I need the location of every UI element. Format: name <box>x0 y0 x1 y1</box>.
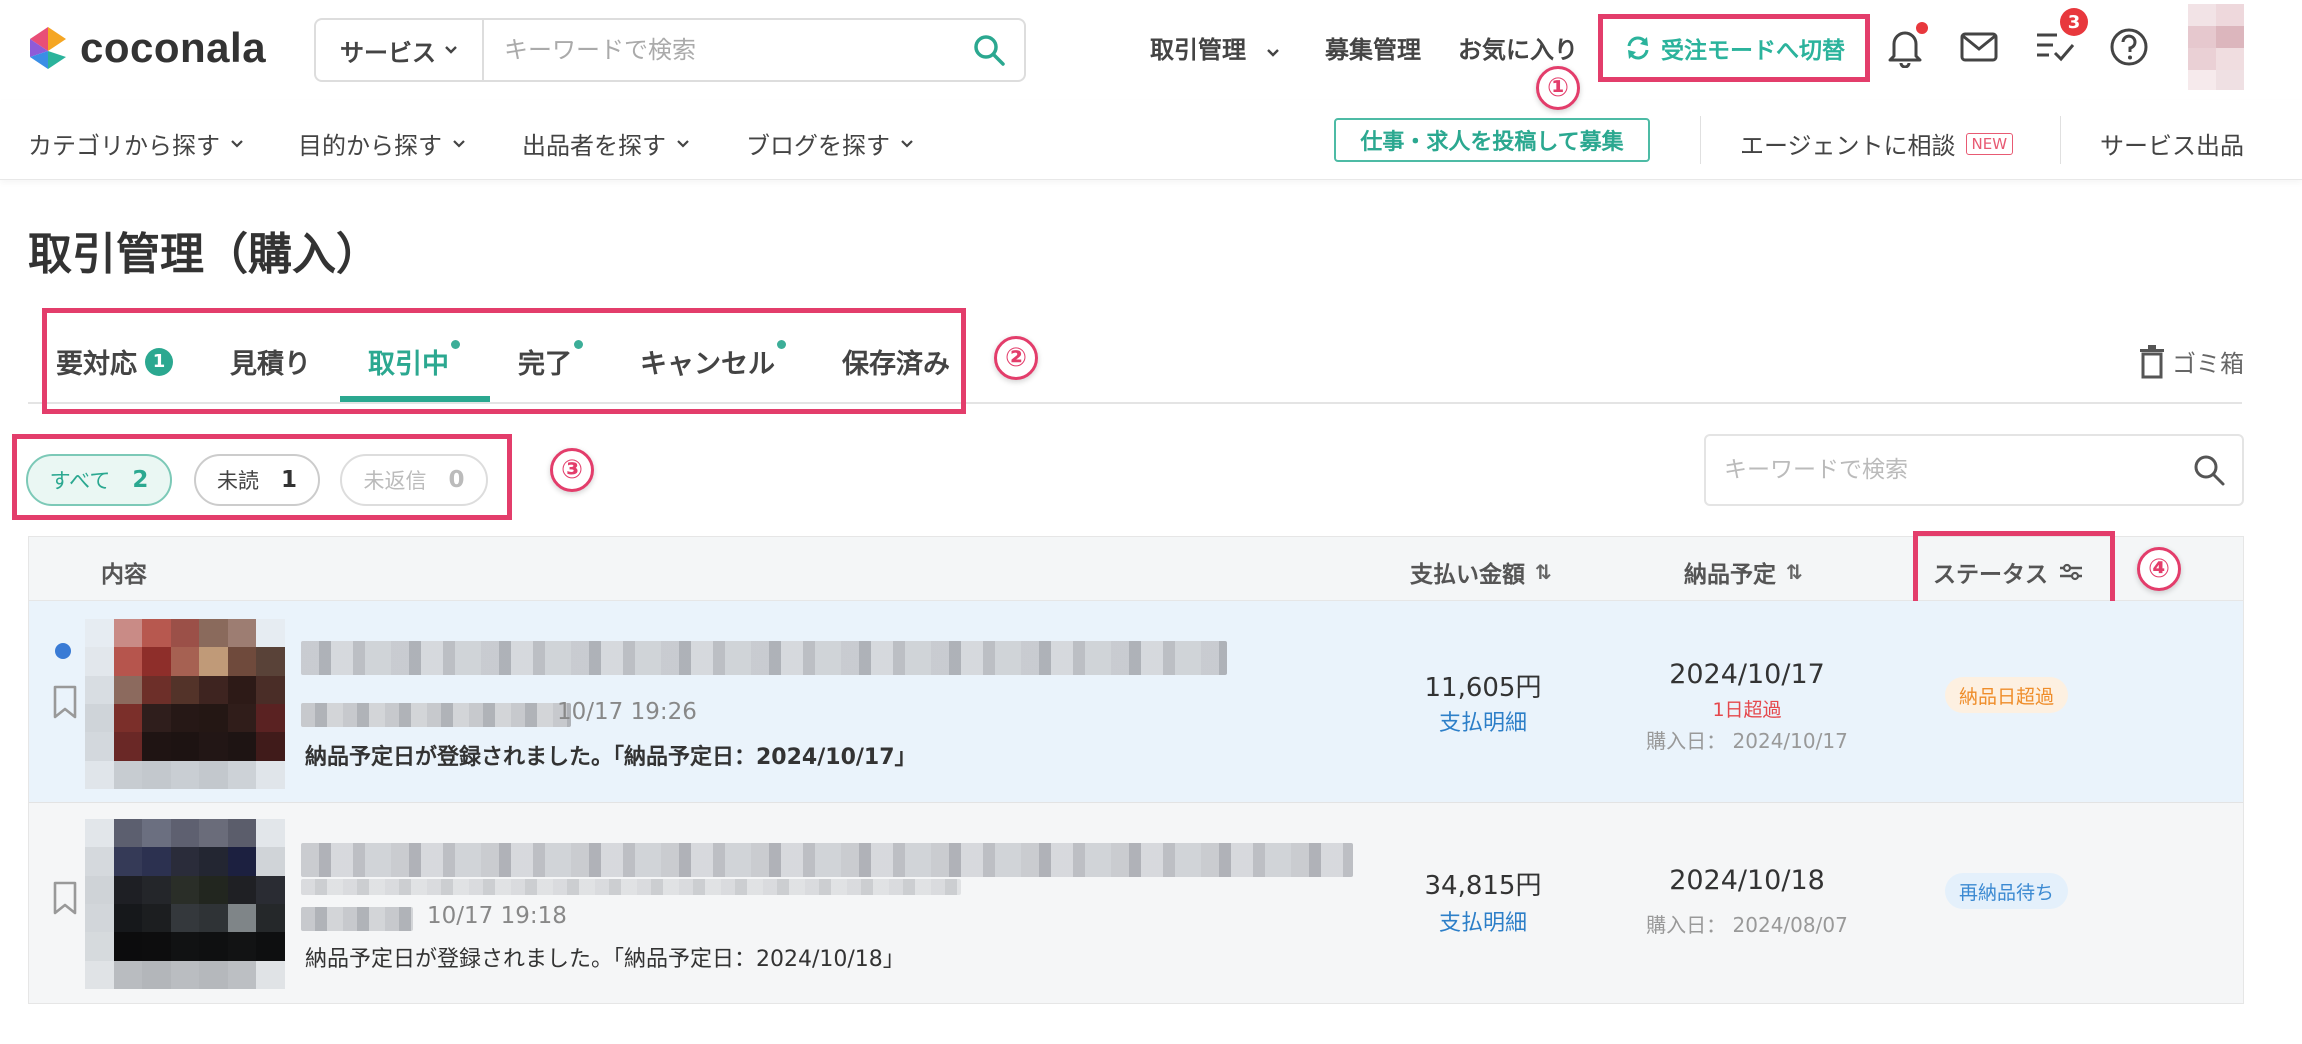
agent-consult-label: エージェントに相談 <box>1740 132 1956 160</box>
global-search: サービス <box>314 18 1026 82</box>
trash-icon <box>2140 344 2164 378</box>
trash-label: ゴミ箱 <box>2172 350 2244 378</box>
user-avatar[interactable] <box>2188 4 2244 90</box>
sub-navigation: カテゴリから探す 目的から探す 出品者を探す ブログを探す 仕事・求人を投稿して… <box>0 100 2302 180</box>
annotation-highlight-tabs <box>42 308 966 414</box>
search-icon <box>974 35 1005 66</box>
agent-consult-link[interactable]: エージェントに相談 NEW <box>1740 126 2014 161</box>
payment-amount: 11,605円 <box>1424 673 1542 703</box>
subnav-purpose[interactable]: 目的から探す <box>298 126 466 161</box>
latest-message: 納品予定日が登録されました。「納品予定日：2024/10/18」 <box>305 947 905 972</box>
logo-text: coconala <box>80 24 267 71</box>
trash-link[interactable]: ゴミ箱 <box>2138 344 2244 379</box>
chevron-down-icon <box>677 139 689 148</box>
chevron-down-icon <box>231 139 243 148</box>
help-icon <box>2110 28 2148 66</box>
subnav-category-label: カテゴリから探す <box>28 132 220 160</box>
chevron-down-icon <box>1267 49 1280 57</box>
seller-name-blurred <box>301 703 571 727</box>
message-timestamp: 10/17 19:18 <box>427 903 567 929</box>
annotation-4: ④ <box>2137 547 2181 591</box>
nav-transactions-label: 取引管理 <box>1150 36 1246 64</box>
status-badge: 再納品待ち <box>1945 873 2069 909</box>
bookmark-icon[interactable] <box>51 685 79 719</box>
messages-button[interactable] <box>1956 24 2002 70</box>
due-date: 2024/10/18 <box>1669 865 1825 896</box>
notification-dot <box>1916 22 1928 34</box>
sell-service-link[interactable]: サービス出品 <box>2100 126 2244 161</box>
chevron-down-icon <box>445 46 457 54</box>
todo-count-badge: 3 <box>2060 8 2088 36</box>
column-header-due-label: 納品予定 <box>1684 562 1776 588</box>
subnav-blog[interactable]: ブログを探す <box>746 126 914 161</box>
nav-favorites[interactable]: お気に入り <box>1458 30 1578 65</box>
coconala-logo[interactable]: coconala <box>26 24 266 72</box>
latest-message: 納品予定日が登録されました。「納品予定日：2024/10/17」 <box>305 745 917 770</box>
transaction-search <box>1704 434 2244 506</box>
search-category-select[interactable]: サービス <box>316 20 484 80</box>
nav-transactions[interactable]: 取引管理 <box>1150 30 1280 65</box>
post-job-button[interactable]: 仕事・求人を投稿して募集 <box>1334 118 1650 162</box>
column-header-amount-label: 支払い金額 <box>1410 562 1525 588</box>
subnav-sellers[interactable]: 出品者を探す <box>522 126 690 161</box>
message-timestamp: 10/17 19:26 <box>557 699 697 725</box>
top-header: coconala サービス 取引管理 募集管理 お気に入り 受注モードへ切替 ①… <box>0 0 2302 110</box>
column-header-due[interactable]: 納品予定 ⇅ <box>1684 555 1803 589</box>
todo-button[interactable]: 3 <box>2032 8 2088 70</box>
transaction-search-button[interactable] <box>2176 453 2242 487</box>
mail-icon <box>1960 32 1998 62</box>
divider <box>2060 116 2061 164</box>
status-badge: 納品日超過 <box>1945 677 2069 713</box>
subnav-category[interactable]: カテゴリから探す <box>28 126 244 161</box>
divider <box>1700 116 1701 164</box>
annotation-3: ③ <box>550 448 594 492</box>
payment-details-link[interactable]: 支払明細 <box>1383 905 1583 937</box>
nav-recruitment[interactable]: 募集管理 <box>1325 30 1421 65</box>
sort-icon: ⇅ <box>1535 560 1552 584</box>
sync-icon <box>1627 36 1649 60</box>
switch-to-seller-mode-button[interactable]: 受注モードへ切替 <box>1598 14 1870 82</box>
help-button[interactable] <box>2106 24 2152 70</box>
column-header-amount[interactable]: 支払い金額 ⇅ <box>1410 555 1552 589</box>
logo-mark-icon <box>30 27 66 69</box>
annotation-highlight-filters <box>12 434 512 520</box>
subnav-blog-label: ブログを探す <box>746 132 890 160</box>
unread-indicator <box>55 643 71 659</box>
search-button[interactable] <box>954 20 1024 80</box>
table-header: 内容 支払い金額 ⇅ 納品予定 ⇅ ステータス ④ <box>29 531 2243 609</box>
subnav-sellers-label: 出品者を探す <box>522 132 666 160</box>
service-thumbnail[interactable] <box>85 619 285 789</box>
service-title-blurred <box>301 843 1353 877</box>
seller-name-blurred <box>301 907 413 931</box>
annotation-2: ② <box>994 336 1038 380</box>
table-row[interactable]: 10/17 19:26 納品予定日が登録されました。「納品予定日：2024/10… <box>29 601 2243 803</box>
notifications-button[interactable] <box>1882 22 1928 70</box>
search-category-label: サービス <box>340 38 436 67</box>
payment-details-link[interactable]: 支払明細 <box>1383 705 1583 737</box>
sort-icon: ⇅ <box>1786 560 1803 584</box>
global-search-input[interactable] <box>484 20 954 80</box>
due-date: 2024/10/17 <box>1669 659 1825 690</box>
service-subtitle-blurred <box>301 879 961 895</box>
subnav-purpose-label: 目的から探す <box>298 132 442 160</box>
table-row[interactable]: 10/17 19:18 納品予定日が登録されました。「納品予定日：2024/10… <box>29 803 2243 1003</box>
service-thumbnail[interactable] <box>85 819 285 989</box>
column-header-content: 内容 <box>101 562 147 588</box>
chevron-down-icon <box>901 139 913 148</box>
transaction-search-input[interactable] <box>1706 436 2176 504</box>
mode-switch-label: 受注モードへ切替 <box>1661 38 1845 64</box>
page-title: 取引管理（購入） <box>28 229 380 280</box>
service-title-blurred <box>301 641 1227 675</box>
transactions-table: 内容 支払い金額 ⇅ 納品予定 ⇅ ステータス ④ 10/17 19:26 納品… <box>28 531 2244 1004</box>
chevron-down-icon <box>453 139 465 148</box>
search-icon <box>2194 455 2225 486</box>
bookmark-icon[interactable] <box>51 881 79 915</box>
annotation-highlight-status <box>1913 531 2115 609</box>
new-badge: NEW <box>1965 132 2014 155</box>
payment-amount: 34,815円 <box>1424 871 1542 901</box>
overdue-label: 1日超過 <box>1712 699 1782 721</box>
purchase-date: 購入日： 2024/08/07 <box>1646 913 1848 937</box>
purchase-date: 購入日： 2024/10/17 <box>1646 729 1848 753</box>
